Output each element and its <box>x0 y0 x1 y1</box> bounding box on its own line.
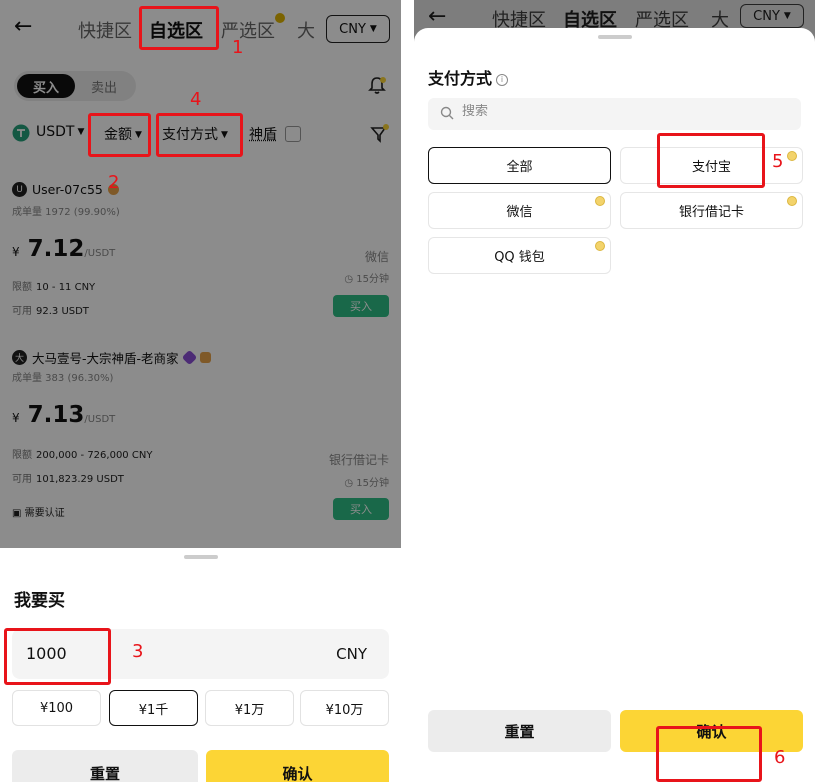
quick-amount-chips: ¥100 ¥1千 ¥1万 ¥10万 <box>12 690 389 726</box>
arrow-left-icon[interactable]: ← <box>428 4 446 29</box>
annotation-box-6 <box>656 726 762 782</box>
chip-1k[interactable]: ¥1千 <box>109 690 198 726</box>
info-icon[interactable]: i <box>496 73 509 86</box>
amount-unit: CNY <box>336 645 367 663</box>
annotation-number-5: 5 <box>772 151 784 172</box>
chip-100[interactable]: ¥100 <box>12 690 101 726</box>
annotation-box-4 <box>156 113 243 157</box>
coin-icon <box>595 241 605 251</box>
annotation-box-1 <box>139 6 219 50</box>
annotation-box-2 <box>88 113 151 157</box>
annotation-number-6: 6 <box>774 747 786 768</box>
annotation-number-3: 3 <box>132 641 144 662</box>
sheet-title: 我要买 <box>14 591 65 611</box>
option-bank-debit[interactable]: 银行借记卡 <box>620 192 803 229</box>
chip-10k[interactable]: ¥1万 <box>205 690 294 726</box>
currency-value: CNY <box>753 8 780 24</box>
reset-button[interactable]: 重置 <box>428 710 611 752</box>
top-nav-dimmed: ← 快捷区 自选区 严选区 大 CNY ▼ <box>414 0 815 31</box>
payment-title-text: 支付方式 <box>428 69 493 88</box>
drag-handle[interactable] <box>183 555 218 559</box>
dim-overlay[interactable] <box>0 0 401 548</box>
right-screen: ← 快捷区 自选区 严选区 大 CNY ▼ 支付方式i 全部 支付宝 微信 <box>414 0 815 782</box>
search-box[interactable] <box>428 98 801 130</box>
annotation-box-3 <box>4 628 111 685</box>
coin-icon <box>787 196 797 206</box>
option-bank-debit-label: 银行借记卡 <box>678 205 744 220</box>
option-qq-wallet[interactable]: QQ 钱包 <box>428 237 611 274</box>
chip-100k[interactable]: ¥10万 <box>300 690 389 726</box>
option-all-label: 全部 <box>506 160 533 175</box>
canvas: ← 快捷区 自选区 严选区 大 CNY ▼ 买入 卖出 USDT ▼ 金额 ▼ … <box>0 0 815 782</box>
annotation-number-4: 4 <box>190 89 202 110</box>
option-wechat[interactable]: 微信 <box>428 192 611 229</box>
chevron-down-icon: ▼ <box>783 11 791 21</box>
currency-select[interactable]: CNY ▼ <box>740 4 804 28</box>
confirm-button[interactable]: 确认 <box>206 750 389 782</box>
search-input[interactable] <box>462 104 762 119</box>
search-icon <box>440 106 454 120</box>
drag-handle[interactable] <box>597 35 632 39</box>
left-screen: ← 快捷区 自选区 严选区 大 CNY ▼ 买入 卖出 USDT ▼ 金额 ▼ … <box>0 0 401 782</box>
annotation-box-5 <box>657 133 765 188</box>
coin-icon <box>787 151 797 161</box>
option-qq-wallet-label: QQ 钱包 <box>494 250 545 265</box>
annotation-number-2: 2 <box>108 172 120 193</box>
reset-button[interactable]: 重置 <box>12 750 198 782</box>
payment-title: 支付方式 i <box>428 65 509 89</box>
option-wechat-label: 微信 <box>506 205 533 220</box>
annotation-number-1: 1 <box>232 37 244 58</box>
coin-icon <box>595 196 605 206</box>
option-all[interactable]: 全部 <box>428 147 611 184</box>
